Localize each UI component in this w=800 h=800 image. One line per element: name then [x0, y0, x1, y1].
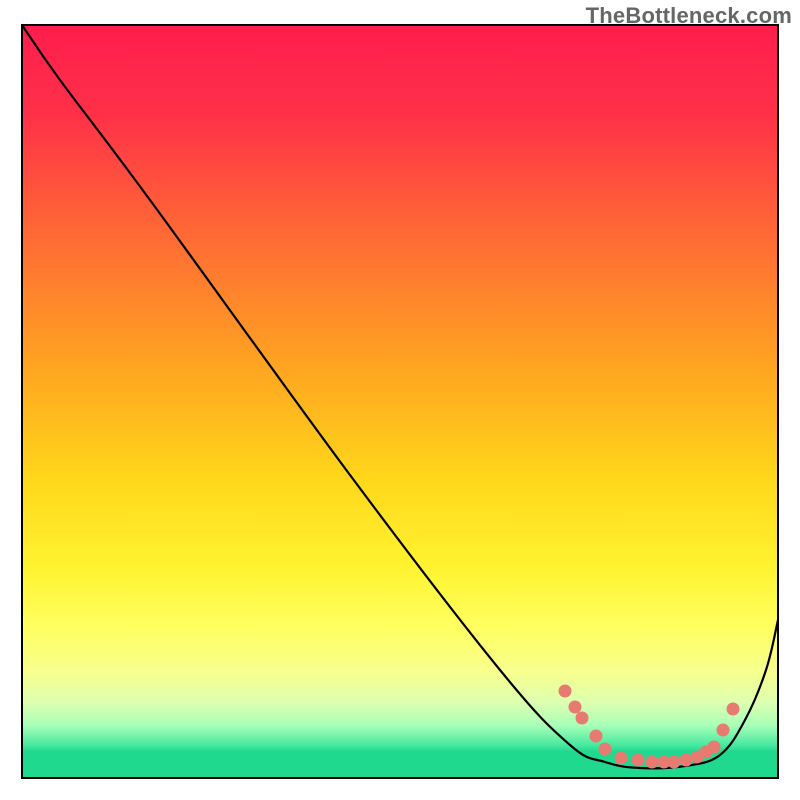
watermark-text: TheBottleneck.com: [586, 3, 792, 29]
marker-point: [599, 743, 612, 756]
marker-point: [668, 756, 681, 769]
marker-point: [559, 685, 572, 698]
gradient-background: [22, 25, 778, 778]
bottleneck-chart: [0, 0, 800, 800]
marker-point: [727, 703, 740, 716]
marker-point: [569, 701, 582, 714]
marker-point: [632, 754, 645, 767]
marker-point: [708, 741, 721, 754]
chart-stage: TheBottleneck.com: [0, 0, 800, 800]
marker-point: [590, 730, 603, 743]
marker-point: [615, 752, 628, 765]
marker-point: [717, 724, 730, 737]
marker-point: [646, 756, 659, 769]
marker-point: [680, 754, 693, 767]
marker-point: [576, 712, 589, 725]
